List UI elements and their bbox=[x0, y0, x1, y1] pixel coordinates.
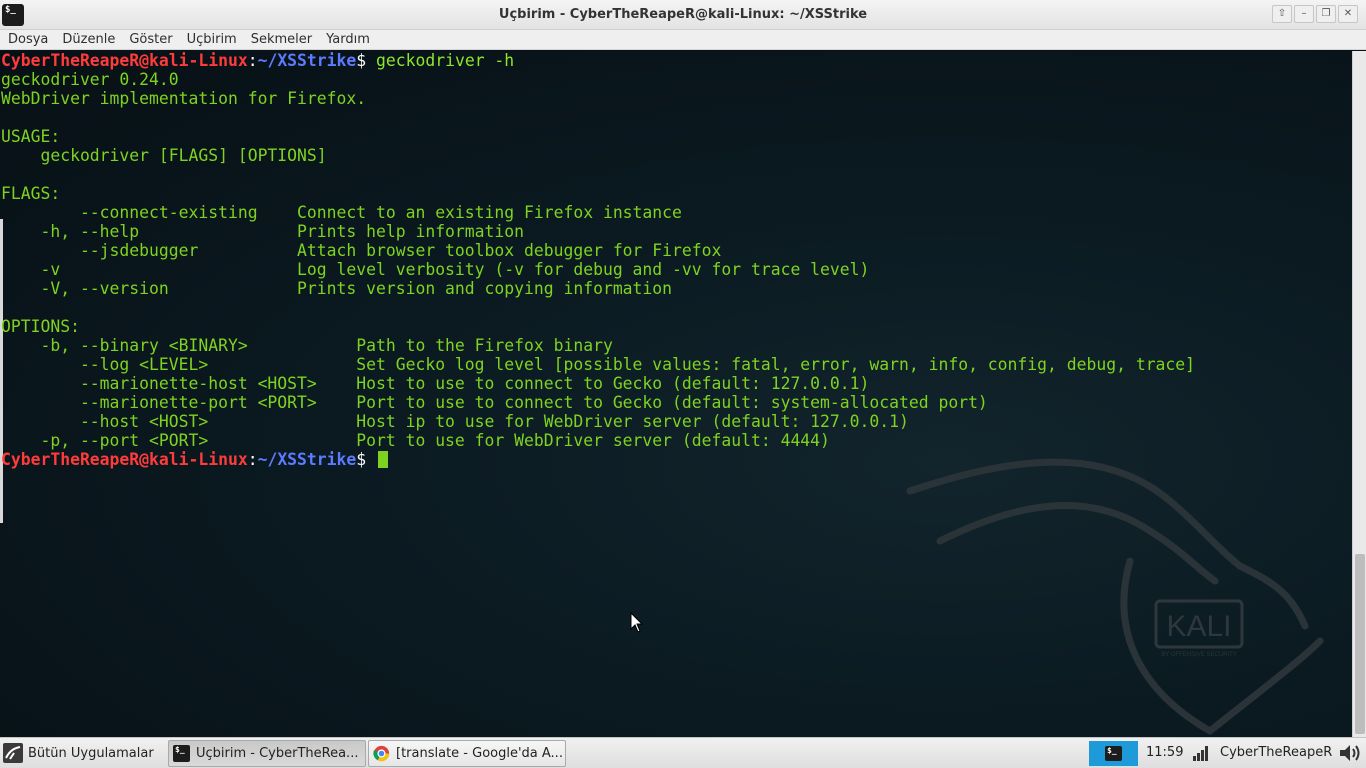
prompt-user: CyberTheReapeR@kali-Linux bbox=[1, 450, 248, 469]
clock[interactable]: 11:59 bbox=[1146, 745, 1183, 760]
output-line: --marionette-host <HOST> Host to use to … bbox=[1, 374, 870, 393]
taskbar: Bütün Uygulamalar $_ Uçbirim - CyberTheR… bbox=[0, 737, 1366, 768]
prompt-path: ~/XSStrike bbox=[257, 51, 357, 70]
output-line: geckodriver 0.24.0 bbox=[1, 70, 179, 89]
output-line: -p, --port <PORT> Port to use for WebDri… bbox=[1, 431, 830, 450]
output-line: --marionette-port <PORT> Port to use to … bbox=[1, 393, 988, 412]
taskbar-item-label: [translate - Google'da A... bbox=[396, 746, 563, 761]
kali-logo-text: KALI bbox=[1166, 610, 1231, 643]
maximize-button[interactable]: ❐ bbox=[1316, 5, 1336, 23]
prompt-dollar: $ bbox=[356, 450, 367, 469]
output-line: --connect-existing Connect to an existin… bbox=[1, 203, 682, 222]
output-line: geckodriver [FLAGS] [OPTIONS] bbox=[1, 146, 327, 165]
menu-goster[interactable]: Göster bbox=[129, 32, 172, 47]
output-line: --log <LEVEL> Set Gecko log level [possi… bbox=[1, 355, 1196, 374]
output-line: -v Log level verbosity (-v for debug and… bbox=[1, 260, 870, 279]
mouse-pointer-icon bbox=[630, 612, 644, 633]
volume-icon[interactable] bbox=[1338, 743, 1362, 763]
output-line: WebDriver implementation for Firefox. bbox=[1, 89, 367, 108]
tray-terminal-button[interactable]: $_ bbox=[1089, 741, 1138, 766]
output-line: --host <HOST> Host ip to use for WebDriv… bbox=[1, 412, 909, 431]
output-line: FLAGS: bbox=[1, 184, 61, 203]
kali-menu-icon bbox=[3, 743, 23, 763]
prompt-colon: : bbox=[247, 450, 258, 469]
menu-sekmeler[interactable]: Sekmeler bbox=[251, 32, 312, 47]
kali-dragon-wallpaper: KALI BY OFFENSIVE SECURITY bbox=[906, 458, 1324, 735]
window-titlebar[interactable]: $_ Uçbirim - CyberTheReapeR@kali-Linux: … bbox=[0, 0, 1366, 30]
output-line: --jsdebugger Attach browser toolbox debu… bbox=[1, 241, 722, 260]
shade-up-button[interactable]: ⇧ bbox=[1272, 5, 1292, 23]
output-line: USAGE: bbox=[1, 127, 61, 146]
text-cursor bbox=[378, 451, 389, 468]
network-signal-icon[interactable] bbox=[1192, 745, 1210, 761]
terminal-output: CyberTheReapeR@kali-Linux:~/XSStrike$ ge… bbox=[1, 51, 1195, 469]
menu-dosya[interactable]: Dosya bbox=[8, 32, 48, 47]
terminal-view[interactable]: KALI BY OFFENSIVE SECURITY CyberTheReape… bbox=[0, 51, 1352, 737]
prompt-path: ~/XSStrike bbox=[257, 450, 357, 469]
window-title: Uçbirim - CyberTheReapeR@kali-Linux: ~/X… bbox=[498, 7, 868, 22]
all-applications-label: Bütün Uygulamalar bbox=[28, 745, 154, 761]
prompt-user: CyberTheReapeR@kali-Linux bbox=[1, 51, 248, 70]
prompt-line[interactable]: CyberTheReapeR@kali-Linux:~/XSStrike$ bbox=[1, 450, 1195, 469]
output-line: -V, --version Prints version and copying… bbox=[1, 279, 673, 298]
terminal-icon: $_ bbox=[173, 745, 190, 762]
typed-command: geckodriver -h bbox=[366, 51, 515, 70]
output-line: -b, --binary <BINARY> Path to the Firefo… bbox=[1, 336, 613, 355]
all-applications-menu[interactable]: Bütün Uygulamalar bbox=[2, 741, 154, 765]
menu-duzenle[interactable]: Düzenle bbox=[62, 32, 115, 47]
scrollbar-thumb[interactable] bbox=[1355, 554, 1365, 734]
menu-yardim[interactable]: Yardım bbox=[326, 32, 370, 47]
output-line: -h, --help Prints help information bbox=[1, 222, 525, 241]
taskbar-item-terminal[interactable]: $_ Uçbirim - CyberTheRea... bbox=[168, 740, 366, 767]
taskbar-item-label: Uçbirim - CyberTheRea... bbox=[196, 746, 359, 761]
window-controls: ⇧ – ❐ ✕ bbox=[1272, 5, 1358, 23]
prompt-colon: : bbox=[247, 51, 258, 70]
menu-ucbirim[interactable]: Uçbirim bbox=[187, 32, 237, 47]
taskbar-item-chrome[interactable]: [translate - Google'da A... bbox=[368, 740, 566, 767]
output-line: OPTIONS: bbox=[1, 317, 80, 336]
kali-logo-subtext: BY OFFENSIVE SECURITY bbox=[1161, 652, 1237, 658]
chrome-icon bbox=[373, 745, 390, 762]
terminal-icon: $_ bbox=[1105, 746, 1122, 761]
user-menu[interactable]: CyberTheReapeR bbox=[1220, 745, 1332, 760]
prompt-line: CyberTheReapeR@kali-Linux:~/XSStrike$ ge… bbox=[1, 51, 1195, 70]
prompt-dollar: $ bbox=[356, 51, 367, 70]
menu-bar: Dosya Düzenle Göster Uçbirim Sekmeler Ya… bbox=[0, 30, 1366, 50]
close-button[interactable]: ✕ bbox=[1338, 5, 1358, 23]
minimize-button[interactable]: – bbox=[1294, 5, 1314, 23]
terminal-scrollbar[interactable] bbox=[1352, 51, 1366, 737]
